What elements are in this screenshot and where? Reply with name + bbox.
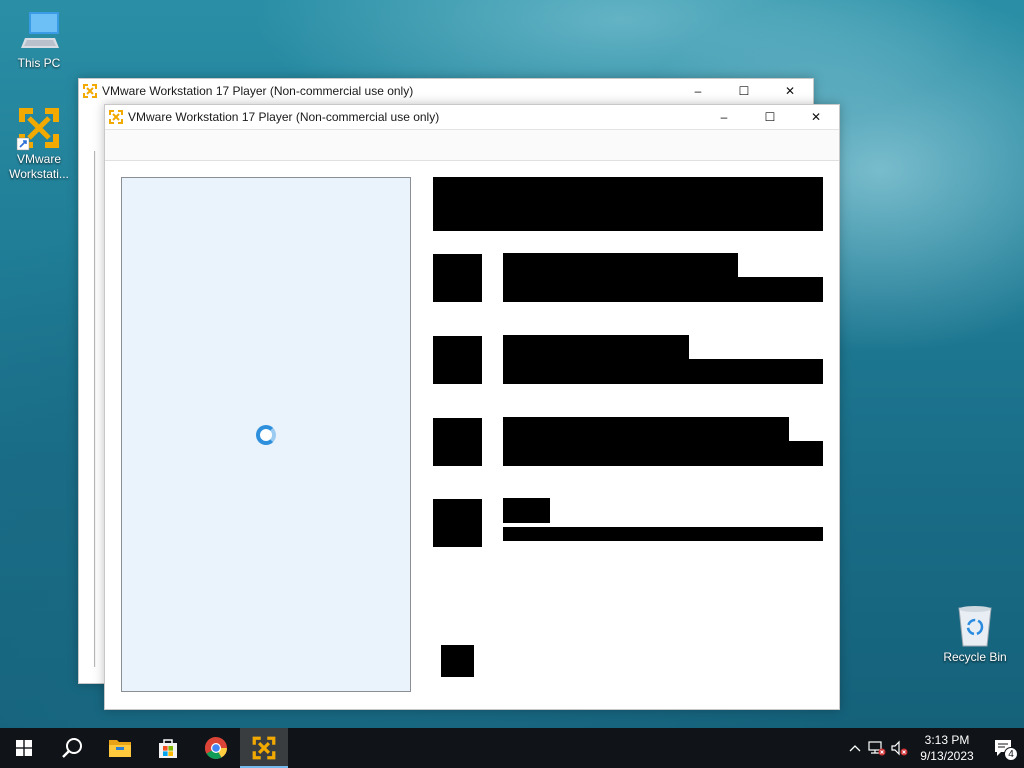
redacted-option-description: [503, 441, 825, 466]
taskbar: 3:13 PM 9/13/2023 4: [0, 728, 1024, 768]
microsoft-store-button[interactable]: [144, 728, 192, 768]
window-title: VMware Workstation 17 Player (Non-commer…: [128, 110, 440, 124]
redacted-option-title: [503, 498, 550, 523]
title-bar[interactable]: VMware Workstation 17 Player (Non-commer…: [79, 79, 813, 103]
clock-time: 3:13 PM: [924, 733, 970, 747]
redacted-option-title: [503, 253, 738, 279]
notification-count-badge: 4: [1004, 747, 1018, 761]
vm-preview-panel: [121, 177, 411, 692]
redacted-option-icon[interactable]: [433, 418, 482, 466]
clock-date: 9/13/2023: [920, 749, 974, 763]
network-disconnected-icon[interactable]: [866, 728, 888, 768]
system-tray: 3:13 PM 9/13/2023 4: [844, 728, 1024, 768]
close-button[interactable]: ✕: [767, 79, 813, 103]
desktop-icon-this-pc[interactable]: This PC: [3, 8, 75, 71]
action-center-button[interactable]: 4: [984, 728, 1024, 768]
desktop-icon-label: This PC: [17, 56, 61, 70]
search-button[interactable]: [48, 728, 96, 768]
content-panel-edge: [94, 151, 96, 667]
redacted-option-icon[interactable]: [433, 499, 482, 547]
redacted-option-title: [503, 417, 789, 443]
recycle-bin-icon: [951, 602, 999, 650]
this-pc-icon: [15, 8, 63, 56]
maximize-button[interactable]: ☐: [747, 105, 793, 129]
redacted-option-icon[interactable]: [433, 336, 482, 384]
toolbar: [105, 129, 839, 161]
loading-spinner-icon: [256, 424, 276, 445]
vmware-player-icon: [252, 736, 276, 760]
redacted-option-description: [503, 277, 825, 302]
vmware-player-icon: [83, 84, 97, 98]
microsoft-store-icon: [159, 739, 177, 758]
redacted-option-title: [503, 335, 689, 361]
file-explorer-icon: [109, 740, 131, 757]
window-title: VMware Workstation 17 Player (Non-commer…: [102, 84, 414, 98]
desktop-icon-vmware-workstation[interactable]: VMware Workstati...: [3, 104, 75, 182]
redacted-option-description: [503, 359, 825, 384]
redacted-header-block: [433, 177, 825, 231]
desktop-icon-label: Recycle Bin: [943, 650, 1007, 664]
vmware-player-icon: [109, 110, 123, 124]
redacted-option-icon[interactable]: [433, 254, 482, 302]
show-hidden-icons-chevron-icon[interactable]: [844, 728, 866, 768]
file-explorer-button[interactable]: [96, 728, 144, 768]
search-icon: [62, 738, 82, 758]
start-icon: [16, 740, 32, 756]
desktop-icon-recycle-bin[interactable]: Recycle Bin: [938, 602, 1012, 665]
start-button[interactable]: [0, 728, 48, 768]
minimize-button[interactable]: –: [701, 105, 747, 129]
minimize-button[interactable]: –: [675, 79, 721, 103]
volume-muted-icon[interactable]: [888, 728, 910, 768]
chrome-button[interactable]: [192, 728, 240, 768]
vmware-shortcut-icon: [15, 104, 63, 152]
desktop-icon-label: VMware Workstati...: [9, 152, 69, 181]
title-bar[interactable]: VMware Workstation 17 Player (Non-commer…: [105, 105, 839, 129]
taskbar-clock[interactable]: 3:13 PM 9/13/2023: [910, 732, 984, 764]
close-button[interactable]: ✕: [793, 105, 839, 129]
redacted-option-description: [503, 527, 825, 541]
vmware-player-taskbar-button[interactable]: [240, 728, 288, 768]
redacted-help-icon[interactable]: [441, 645, 474, 677]
vmware-player-window[interactable]: VMware Workstation 17 Player (Non-commer…: [104, 104, 840, 710]
maximize-button[interactable]: ☐: [721, 79, 767, 103]
chrome-icon: [205, 737, 227, 759]
